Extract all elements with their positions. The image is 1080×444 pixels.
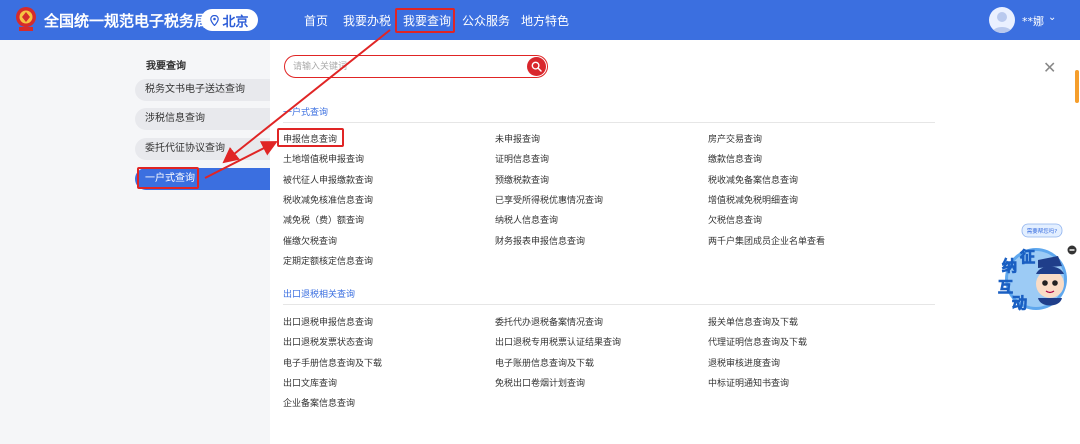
query-link[interactable]: 企业备案信息查询: [283, 396, 355, 409]
query-link[interactable]: 税收减免备案信息查询: [708, 173, 798, 186]
query-link[interactable]: 电子账册信息查询及下载: [495, 356, 594, 369]
mascot-bubble-text: 需要帮您吗?: [1027, 227, 1058, 235]
nav-home[interactable]: 首页: [304, 12, 328, 29]
query-link[interactable]: 减免税（费）额查询: [283, 213, 364, 226]
query-link[interactable]: 出口文库查询: [283, 376, 337, 389]
query-link[interactable]: 出口退税发票状态查询: [283, 335, 373, 348]
search-button[interactable]: [527, 57, 546, 76]
mascot-graphic: 需要帮您吗? 征 纳 互 动: [998, 223, 1077, 312]
top-header: 全国统一规范电子税务局 北京 首页 我要办税 我要查询 公众服务 地方特色 **…: [0, 0, 1080, 40]
mascot-char-na: 纳: [1002, 257, 1017, 275]
query-link[interactable]: 出口退税申报信息查询: [283, 315, 373, 328]
search-icon: [531, 61, 542, 72]
query-link[interactable]: 申报信息查询: [283, 132, 337, 145]
nav-query-highlight-box: [395, 8, 455, 33]
query-link[interactable]: 代理证明信息查询及下载: [708, 335, 807, 348]
query-link[interactable]: 两千户集团成员企业名单查看: [708, 234, 825, 247]
sidebar-active-highlight-box: [137, 167, 199, 189]
query-link[interactable]: 证明信息查询: [495, 152, 549, 165]
section-divider: [283, 122, 935, 123]
query-link[interactable]: 已享受所得税优惠情况查询: [495, 193, 603, 206]
sidebar-title: 我要查询: [146, 61, 186, 72]
chevron-down-icon[interactable]: ⌄: [1048, 12, 1056, 23]
sidebar-item-entrusted-collection[interactable]: 委托代征协议查询: [135, 138, 270, 160]
query-link[interactable]: 催缴欠税查询: [283, 234, 337, 247]
mascot-char-hu: 互: [998, 278, 1013, 296]
query-link[interactable]: 土地增值税申报查询: [283, 152, 364, 165]
query-link[interactable]: 中标证明通知书查询: [708, 376, 789, 389]
query-link[interactable]: 委托代办退税备案情况查询: [495, 315, 603, 328]
query-link[interactable]: 电子手册信息查询及下载: [283, 356, 382, 369]
location-pin-icon: [210, 14, 220, 26]
query-link[interactable]: 纳税人信息查询: [495, 213, 558, 226]
region-selector[interactable]: 北京: [201, 9, 258, 31]
nav-tax-handling[interactable]: 我要办税: [343, 12, 391, 29]
query-link[interactable]: 增值税减免税明细查询: [708, 193, 798, 206]
query-link[interactable]: 预缴税款查询: [495, 173, 549, 186]
query-link[interactable]: 被代征人申报缴款查询: [283, 173, 373, 186]
query-link[interactable]: 欠税信息查询: [708, 213, 762, 226]
section-title-export-refund: 出口退税相关查询: [283, 290, 356, 300]
query-link[interactable]: 免税出口卷烟计划查询: [495, 376, 585, 389]
mascot-char-dong: 动: [1012, 294, 1027, 312]
query-link[interactable]: 税收减免核准信息查询: [283, 193, 373, 206]
mascot-char-zheng: 征: [1020, 248, 1035, 266]
site-title[interactable]: 全国统一规范电子税务局: [44, 10, 209, 31]
search-input[interactable]: [293, 59, 513, 75]
search-box: [284, 55, 548, 78]
scrollbar-thumb[interactable]: [1075, 70, 1079, 103]
region-label: 北京: [222, 14, 249, 30]
query-sidebar: 我要查询 税务文书电子送达查询 涉税信息查询 委托代征协议查询 一户式查询: [0, 40, 270, 444]
query-link[interactable]: 报关单信息查询及下载: [708, 315, 798, 328]
query-link[interactable]: 定期定额核定信息查询: [283, 254, 373, 267]
query-link[interactable]: 缴款信息查询: [708, 152, 762, 165]
user-name[interactable]: **娜: [1022, 13, 1044, 29]
section-title-one-household: 一户式查询: [283, 108, 329, 118]
query-link[interactable]: 房产交易查询: [708, 132, 762, 145]
sidebar-item-tax-info[interactable]: 涉税信息查询: [135, 108, 270, 130]
tax-emblem-icon: [16, 7, 36, 31]
query-link[interactable]: 出口退税专用税票认证结果查询: [495, 335, 621, 348]
sidebar-item-tax-document-delivery[interactable]: 税务文书电子送达查询: [135, 79, 270, 101]
query-link[interactable]: 退税审核进度查询: [708, 356, 780, 369]
nav-local-features[interactable]: 地方特色: [521, 12, 569, 29]
query-link[interactable]: 未申报查询: [495, 132, 540, 145]
query-link[interactable]: 财务报表申报信息查询: [495, 234, 585, 247]
user-avatar[interactable]: [989, 7, 1015, 33]
close-icon[interactable]: ✕: [1043, 58, 1056, 77]
user-silhouette-icon: [992, 12, 1012, 33]
nav-public-service[interactable]: 公众服务: [462, 12, 510, 29]
interactive-mascot-widget[interactable]: 需要帮您吗? 征 纳 互 动: [990, 222, 1078, 312]
query-panel: ✕ 一户式查询 申报信息查询 未申报查询 房产交易查询土地增值税申报查询 证明信息查询…: [270, 40, 1080, 444]
section-divider: [283, 304, 935, 305]
